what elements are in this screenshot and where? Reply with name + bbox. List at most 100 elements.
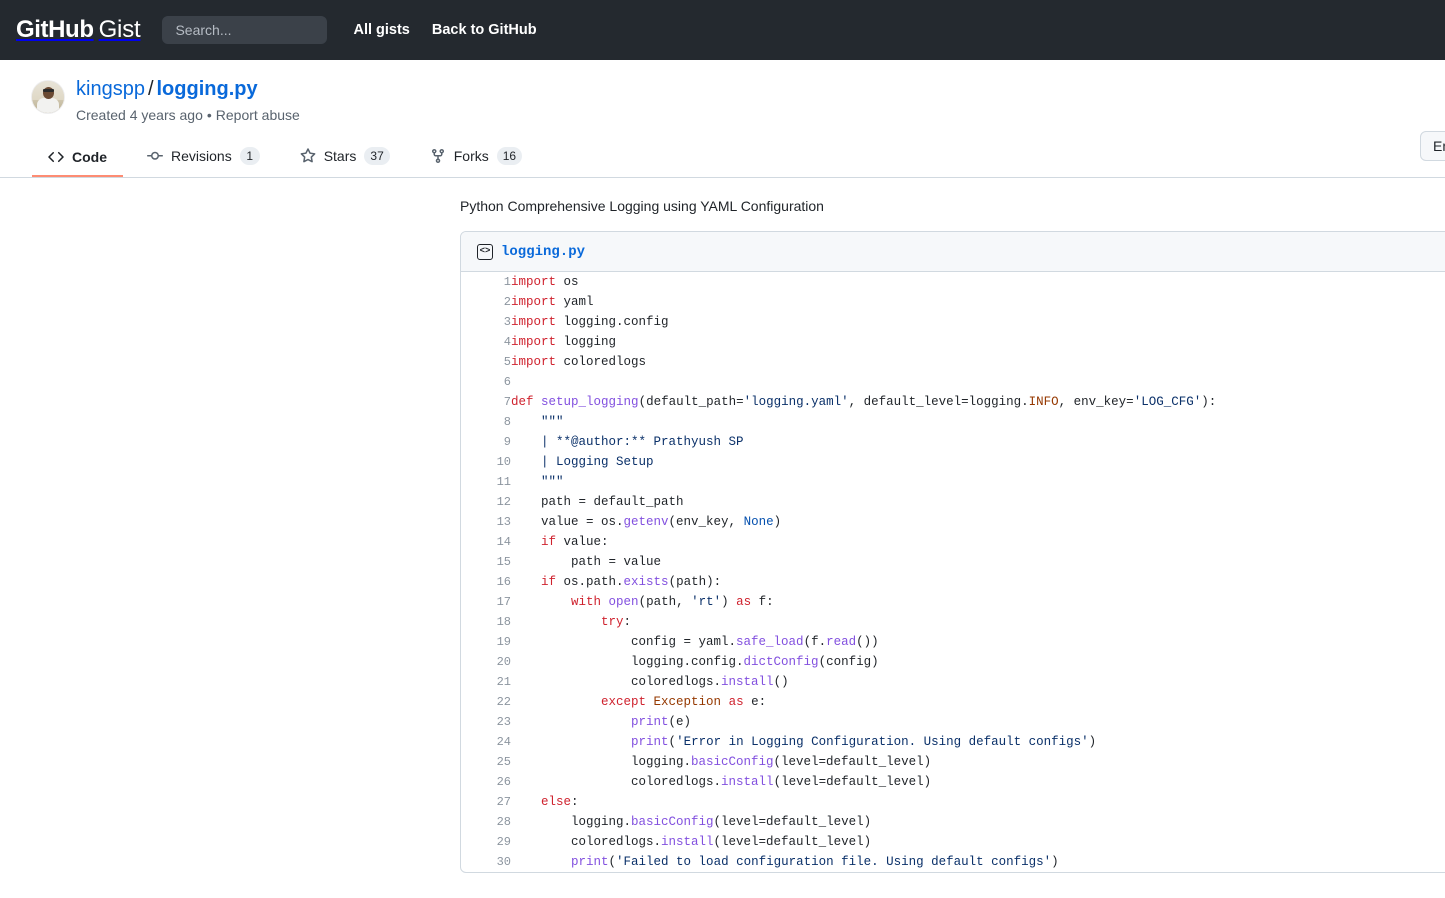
line-number[interactable]: 8 bbox=[461, 412, 511, 432]
code-token: 'rt' bbox=[691, 595, 722, 609]
line-number[interactable]: 5 bbox=[461, 352, 511, 372]
code-line: 19 config = yaml.safe_load(f.read()) bbox=[461, 632, 1445, 652]
tab-stars[interactable]: Stars 37 bbox=[284, 139, 406, 177]
line-number[interactable]: 19 bbox=[461, 632, 511, 652]
line-number[interactable]: 3 bbox=[461, 312, 511, 332]
line-content[interactable]: logging.config.dictConfig(config) bbox=[511, 652, 1445, 672]
line-content[interactable]: print('Error in Logging Configuration. U… bbox=[511, 732, 1445, 752]
line-number[interactable]: 2 bbox=[461, 292, 511, 312]
line-content[interactable]: """ bbox=[511, 412, 1445, 432]
line-content[interactable]: try: bbox=[511, 612, 1445, 632]
line-number[interactable]: 13 bbox=[461, 512, 511, 532]
report-abuse-link[interactable]: Report abuse bbox=[216, 107, 300, 123]
line-content[interactable]: | Logging Setup bbox=[511, 452, 1445, 472]
code-table: 1 import os 2 import yaml 3 import logging.co… bbox=[461, 272, 1445, 872]
line-content[interactable]: path = value bbox=[511, 552, 1445, 572]
code-token: logging. bbox=[511, 755, 692, 769]
line-number[interactable]: 17 bbox=[461, 592, 511, 612]
code-token: ) bbox=[773, 515, 782, 529]
back-to-github-link[interactable]: Back to GitHub bbox=[432, 22, 537, 38]
file-name-link[interactable]: logging.py bbox=[501, 244, 585, 260]
code-line: 8 """ bbox=[461, 412, 1445, 432]
line-content[interactable]: import os bbox=[511, 272, 1445, 292]
line-content[interactable]: """ bbox=[511, 472, 1445, 492]
line-content[interactable]: else: bbox=[511, 792, 1445, 812]
line-number[interactable]: 15 bbox=[461, 552, 511, 572]
line-content[interactable]: | **@author:** Prathyush SP bbox=[511, 432, 1445, 452]
code-line: 15 path = value bbox=[461, 552, 1445, 572]
line-number[interactable]: 23 bbox=[461, 712, 511, 732]
line-number[interactable]: 9 bbox=[461, 432, 511, 452]
code-token: import bbox=[511, 275, 557, 289]
line-content[interactable]: path = default_path bbox=[511, 492, 1445, 512]
line-number[interactable]: 7 bbox=[461, 392, 511, 412]
line-content[interactable]: if value: bbox=[511, 532, 1445, 552]
line-content[interactable]: coloredlogs.install() bbox=[511, 672, 1445, 692]
tab-revisions[interactable]: Revisions 1 bbox=[131, 139, 276, 177]
avatar[interactable] bbox=[32, 81, 64, 113]
code-token: os.path. bbox=[556, 575, 624, 589]
line-number[interactable]: 10 bbox=[461, 452, 511, 472]
line-number[interactable]: 24 bbox=[461, 732, 511, 752]
line-content[interactable]: with open(path, 'rt') as f: bbox=[511, 592, 1445, 612]
line-number[interactable]: 12 bbox=[461, 492, 511, 512]
line-content[interactable]: logging.basicConfig(level=default_level) bbox=[511, 752, 1445, 772]
line-content[interactable]: print(e) bbox=[511, 712, 1445, 732]
code-token: f: bbox=[751, 595, 774, 609]
line-number[interactable]: 18 bbox=[461, 612, 511, 632]
gist-owner-link[interactable]: kingspp bbox=[76, 78, 145, 100]
line-content[interactable]: def setup_logging(default_path='logging.… bbox=[511, 392, 1445, 412]
code-token: None bbox=[743, 515, 774, 529]
line-content[interactable]: import yaml bbox=[511, 292, 1445, 312]
line-content[interactable]: import coloredlogs bbox=[511, 352, 1445, 372]
line-number[interactable]: 21 bbox=[461, 672, 511, 692]
line-number[interactable]: 14 bbox=[461, 532, 511, 552]
line-content[interactable]: import logging.config bbox=[511, 312, 1445, 332]
line-number[interactable]: 26 bbox=[461, 772, 511, 792]
line-number[interactable]: 11 bbox=[461, 472, 511, 492]
file-box: <> logging.py Raw 1import os2import yaml… bbox=[460, 231, 1445, 873]
line-content[interactable]: logging.basicConfig(level=default_level) bbox=[511, 812, 1445, 832]
code-token: safe_load bbox=[736, 635, 804, 649]
line-number[interactable]: 29 bbox=[461, 832, 511, 852]
line-number[interactable]: 16 bbox=[461, 572, 511, 592]
code-token: (env_key, bbox=[668, 515, 744, 529]
code-token: except bbox=[601, 695, 647, 709]
line-content[interactable]: if os.path.exists(path): bbox=[511, 572, 1445, 592]
search-input[interactable] bbox=[162, 16, 328, 44]
code-token: dictConfig bbox=[743, 655, 819, 669]
embed-button[interactable]: Embed bbox=[1420, 131, 1445, 161]
code-token: setup_logging bbox=[541, 395, 639, 409]
line-content[interactable]: except Exception as e: bbox=[511, 692, 1445, 712]
line-number[interactable]: 6 bbox=[461, 372, 511, 392]
line-content[interactable]: coloredlogs.install(level=default_level) bbox=[511, 832, 1445, 852]
all-gists-link[interactable]: All gists bbox=[353, 22, 409, 38]
line-number[interactable]: 30 bbox=[461, 852, 511, 872]
gist-filename-link[interactable]: logging.py bbox=[157, 78, 258, 100]
line-content[interactable]: import logging bbox=[511, 332, 1445, 352]
line-content[interactable] bbox=[511, 372, 1445, 392]
code-token: ()) bbox=[856, 635, 879, 649]
line-content[interactable]: coloredlogs.install(level=default_level) bbox=[511, 772, 1445, 792]
line-number[interactable]: 22 bbox=[461, 692, 511, 712]
line-number[interactable]: 28 bbox=[461, 812, 511, 832]
line-content[interactable]: print('Failed to load configuration file… bbox=[511, 852, 1445, 872]
line-number[interactable]: 27 bbox=[461, 792, 511, 812]
tab-code[interactable]: Code bbox=[32, 141, 123, 177]
code-token: else bbox=[541, 795, 572, 809]
line-number[interactable]: 20 bbox=[461, 652, 511, 672]
line-number[interactable]: 25 bbox=[461, 752, 511, 772]
line-content[interactable]: config = yaml.safe_load(f.read()) bbox=[511, 632, 1445, 652]
code-token: : bbox=[571, 795, 579, 809]
line-number[interactable]: 4 bbox=[461, 332, 511, 352]
code-token: exists bbox=[623, 575, 669, 589]
tab-forks[interactable]: Forks 16 bbox=[414, 139, 538, 177]
gist-logo[interactable]: GitHub Gist bbox=[16, 16, 141, 44]
line-number[interactable]: 1 bbox=[461, 272, 511, 292]
code-line: 20 logging.config.dictConfig(config) bbox=[461, 652, 1445, 672]
code-token: 'Error in Logging Configuration. Using d… bbox=[676, 735, 1089, 749]
line-content[interactable]: value = os.getenv(env_key, None) bbox=[511, 512, 1445, 532]
tab-list: Code Revisions 1 Stars 37 Forks 16 bbox=[32, 139, 538, 177]
